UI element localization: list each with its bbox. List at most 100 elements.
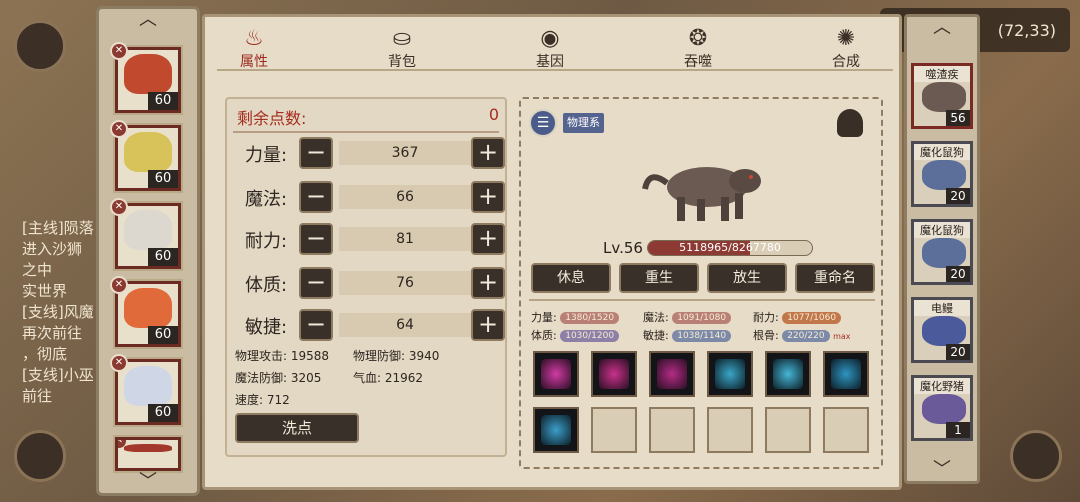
hero-card[interactable]: ✕ 60: [110, 354, 181, 425]
close-icon[interactable]: ✕: [110, 42, 128, 60]
skill-slot[interactable]: [533, 351, 579, 397]
attr-value: 1077/1060: [782, 312, 842, 324]
pet-portrait: [922, 394, 966, 424]
minus-button[interactable]: −: [299, 267, 333, 299]
pet-attr: 敏捷: 1038/1140: [643, 327, 732, 343]
chat-line: [支线]风魔: [22, 303, 94, 321]
skill-slot[interactable]: [591, 351, 637, 397]
attr-value: 1038/1140: [672, 330, 732, 342]
hero-card[interactable]: ✕ 60: [110, 120, 181, 191]
tab-gene[interactable]: ◉ 基因: [505, 27, 595, 71]
tab-label: 背包: [388, 54, 416, 70]
empty-skill-slot[interactable]: [649, 407, 695, 453]
empty-skill-slot[interactable]: [765, 407, 811, 453]
close-icon[interactable]: ✕: [110, 354, 128, 372]
reset-points-button[interactable]: 洗点: [235, 413, 359, 443]
close-icon[interactable]: ✕: [110, 198, 128, 216]
lock-icon[interactable]: [837, 109, 863, 137]
release-button[interactable]: 放生: [707, 263, 787, 293]
rename-button[interactable]: 重命名: [795, 263, 875, 293]
empty-skill-slot[interactable]: [591, 407, 637, 453]
pet-level: 20: [946, 344, 970, 360]
list-icon[interactable]: ☰: [529, 109, 557, 137]
player-avatar-button[interactable]: [14, 20, 66, 72]
cyan-wing-icon: [831, 359, 861, 389]
chat-line: [支线]小巫: [22, 366, 94, 384]
pet-card[interactable]: 魔化鼠狗 20: [911, 219, 973, 285]
hero-card[interactable]: ✕ 60: [110, 198, 181, 269]
flame-icon: ♨: [244, 26, 264, 51]
skill-slot[interactable]: [707, 351, 753, 397]
stat-row-strength: 力量: −367 +: [235, 137, 505, 171]
pet-name: 魔化鼠狗: [914, 222, 970, 238]
cyan-shard-icon: [773, 359, 803, 389]
empty-skill-slot[interactable]: [823, 407, 869, 453]
pet-portrait: [922, 316, 966, 346]
plus-button[interactable]: +: [471, 181, 505, 213]
stat-value: 367: [339, 141, 471, 165]
minus-button[interactable]: −: [299, 181, 333, 213]
quest-chat-log[interactable]: [主线]陨落 进入沙狮 之中 实世界 [支线]风魔 再次前往 ，彻底 [支线]小…: [22, 218, 102, 407]
hero-card[interactable]: ✕: [115, 437, 181, 471]
pet-card[interactable]: 噬渣疾 56: [911, 63, 973, 129]
pet-card[interactable]: 魔化野猪 1: [911, 375, 973, 441]
hp-stat: 气血: 21962: [353, 371, 424, 385]
chat-line: 之中: [22, 261, 53, 279]
panel-tabs: ♨ 属性 ⛀ 背包 ◉ 基因 ❂ 吞噬 ✺ 合成: [205, 17, 899, 77]
rebirth-button[interactable]: 重生: [619, 263, 699, 293]
cyan-shield-icon: [715, 359, 745, 389]
chevron-up-icon[interactable]: ︿: [99, 9, 197, 31]
skill-slot[interactable]: [823, 351, 869, 397]
hero-portrait: [124, 132, 172, 172]
home-button[interactable]: [1010, 430, 1062, 482]
tab-devour[interactable]: ❂ 吞噬: [653, 27, 743, 71]
minus-button[interactable]: −: [299, 309, 333, 341]
hero-level: 60: [148, 92, 178, 110]
attr-value: 1091/1080: [672, 312, 732, 324]
tab-bag[interactable]: ⛀ 背包: [357, 27, 447, 71]
hero-portrait: [124, 210, 172, 250]
pet-level: 20: [946, 188, 970, 204]
empty-skill-slot[interactable]: [707, 407, 753, 453]
chevron-down-icon[interactable]: ﹀: [907, 459, 977, 481]
pet-detail-box: ☰ 物理系 Lv.56 5118965/8267780 休息 重生 放生 重命名…: [519, 97, 883, 469]
element-tag: 物理系: [563, 113, 604, 133]
pet-name: 噬渣疾: [914, 66, 970, 82]
compass-button[interactable]: [14, 430, 66, 482]
skill-slot[interactable]: [533, 407, 579, 453]
hp-text: 5118965/8267780: [679, 241, 781, 254]
stat-name: 敏捷:: [245, 317, 288, 338]
pet-card[interactable]: 魔化鼠狗 20: [911, 141, 973, 207]
plus-button[interactable]: +: [471, 223, 505, 255]
tab-synthesize[interactable]: ✺ 合成: [801, 27, 891, 71]
chat-line: 进入沙狮: [22, 240, 83, 258]
hero-portrait: [124, 366, 172, 406]
stat-value: 81: [339, 227, 471, 251]
pet-attr: 体质: 1030/1200: [531, 327, 620, 343]
plus-button[interactable]: +: [471, 137, 505, 169]
tab-attributes[interactable]: ♨ 属性: [209, 27, 299, 71]
magenta-slash-icon: [541, 359, 571, 389]
chat-line: 再次前往: [22, 324, 83, 342]
chevron-up-icon[interactable]: ︿: [907, 17, 977, 39]
stat-value: 66: [339, 185, 471, 209]
pet-card[interactable]: 电鳗 20: [911, 297, 973, 363]
divider: [233, 131, 499, 133]
plus-button[interactable]: +: [471, 267, 505, 299]
plus-button[interactable]: +: [471, 309, 505, 341]
close-icon[interactable]: ✕: [110, 276, 128, 294]
skill-slot[interactable]: [649, 351, 695, 397]
hero-card[interactable]: ✕ 60: [110, 276, 181, 347]
skill-slot[interactable]: [765, 351, 811, 397]
tab-label: 基因: [536, 54, 564, 70]
stat-points-box: 剩余点数: 0 力量: −367 + 魔法: −66 + 耐力: −81 + 体质: −76 + …: [225, 97, 507, 457]
rest-button[interactable]: 休息: [531, 263, 611, 293]
minus-button[interactable]: −: [299, 223, 333, 255]
pet-portrait: [922, 238, 966, 268]
bag-icon: ⛀: [392, 26, 412, 51]
hero-card[interactable]: ✕ 60: [110, 42, 181, 113]
attr-label: 耐力:: [753, 311, 779, 324]
minus-button[interactable]: −: [299, 137, 333, 169]
close-icon[interactable]: ✕: [110, 120, 128, 138]
chevron-down-icon[interactable]: ﹀: [99, 471, 197, 493]
